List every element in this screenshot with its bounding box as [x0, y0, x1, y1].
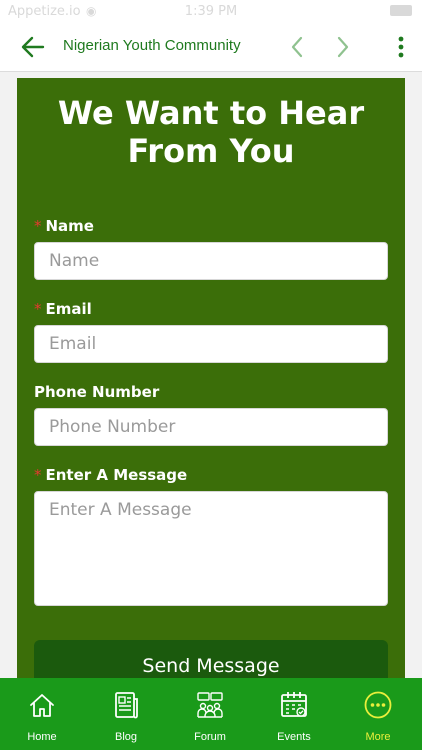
name-label-text: Name: [45, 217, 94, 235]
phone-label-text: Phone Number: [34, 383, 160, 401]
status-time: 1:39 PM: [184, 4, 238, 19]
tab-home-label: Home: [27, 731, 57, 743]
tab-more-label: More: [365, 731, 391, 743]
phone-label: Phone Number: [34, 383, 159, 401]
page-title: Nigerian Youth Community: [63, 37, 241, 54]
more-horizontal-icon: [364, 691, 392, 719]
tab-events[interactable]: Events: [252, 678, 336, 750]
phone-input[interactable]: [34, 408, 388, 446]
blog-icon: [115, 692, 138, 719]
chevron-left-icon[interactable]: [285, 34, 309, 60]
message-textarea[interactable]: [34, 491, 388, 606]
home-icon: [30, 694, 54, 717]
required-marker: *: [34, 300, 42, 318]
email-label-text: Email: [45, 300, 92, 318]
tab-forum[interactable]: Forum: [168, 678, 252, 750]
more-vertical-icon[interactable]: [391, 34, 411, 60]
status-bar: Appetize.io ◉ 1:39 PM: [0, 0, 422, 24]
calendar-icon: [281, 692, 307, 717]
navigation-bar: Nigerian Youth Community: [0, 24, 422, 72]
form-heading: We Want to Hear From You: [57, 94, 365, 170]
required-marker: *: [34, 466, 42, 484]
name-input[interactable]: [34, 242, 388, 280]
tab-home[interactable]: Home: [0, 678, 84, 750]
tab-forum-label: Forum: [194, 731, 226, 743]
required-marker: *: [34, 217, 42, 235]
bottom-tab-bar: Home Blog Forum Events More: [0, 678, 422, 750]
contact-form-card: We Want to Hear From You *Name *Email Ph…: [17, 78, 405, 698]
arrow-left-icon[interactable]: [18, 32, 48, 62]
email-label: * Email: [34, 300, 92, 318]
tab-blog-label: Blog: [114, 731, 138, 743]
tab-more[interactable]: More: [336, 678, 420, 750]
battery-icon: [390, 5, 412, 16]
message-label-text: Enter A Message: [45, 466, 188, 484]
email-input[interactable]: [34, 325, 388, 363]
tab-blog[interactable]: Blog: [84, 678, 168, 750]
tab-events-label: Events: [277, 731, 311, 743]
name-label: * Name: [34, 217, 94, 235]
chevron-right-icon[interactable]: [331, 34, 355, 60]
message-label: * Enter A Message: [34, 466, 187, 484]
forum-icon: [197, 692, 223, 718]
